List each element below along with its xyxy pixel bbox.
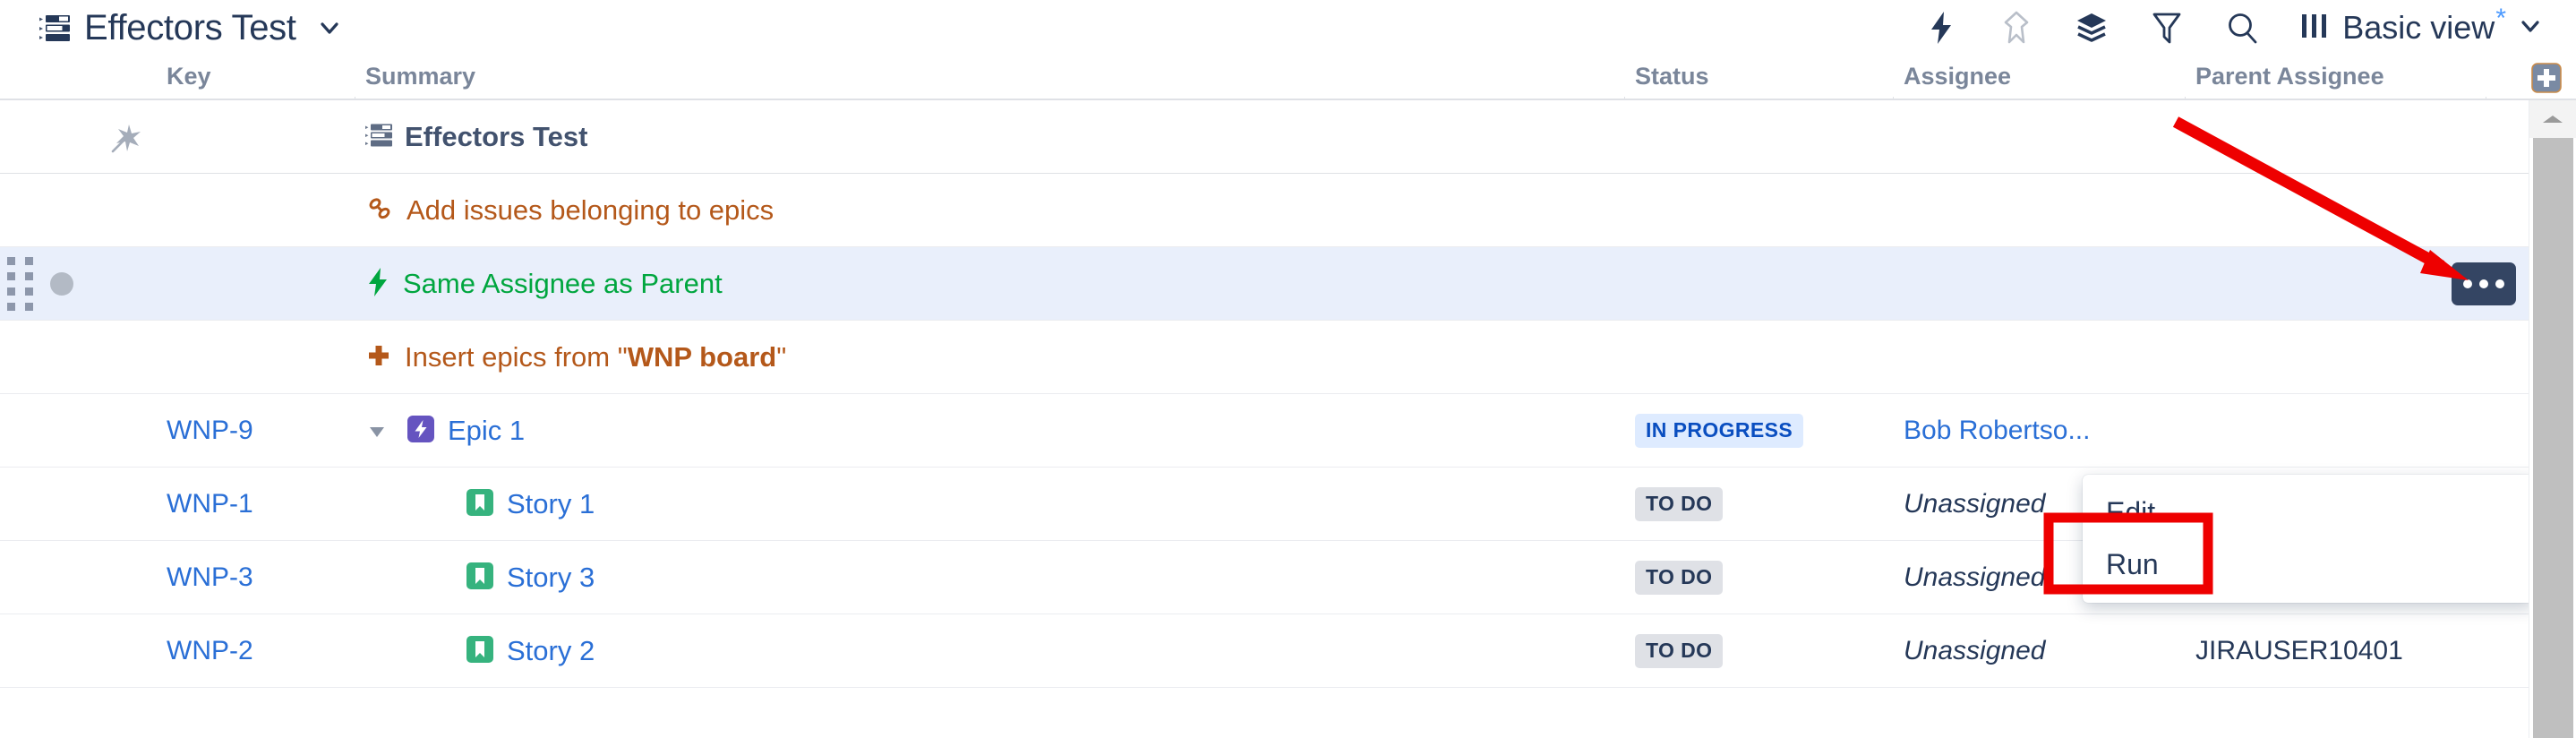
lightning-bolt-icon [365, 267, 390, 302]
row-summary-text[interactable]: Story 2 [507, 635, 595, 667]
issue-grid: Effectors Test Add issues belonging to e… [0, 100, 2576, 738]
column-header-parent-assignee[interactable]: Parent Assignee [2195, 63, 2384, 90]
chevron-down-icon[interactable] [318, 16, 341, 39]
row-assignee: Unassigned [1904, 541, 2045, 614]
drag-handle[interactable] [7, 247, 48, 321]
row-status: IN PROGRESS [1635, 394, 1804, 468]
vertical-scrollbar[interactable] [2529, 100, 2576, 738]
view-label-text: Basic view [2342, 9, 2495, 46]
story-icon [466, 635, 494, 668]
row-status: TO DO [1635, 614, 1724, 688]
issue-key-link[interactable]: WNP-2 [167, 636, 253, 666]
row-summary-text[interactable]: Story 3 [507, 562, 595, 594]
row-summary: Story 3 [365, 541, 595, 614]
column-header-status[interactable]: Status [1635, 63, 1709, 90]
view-selector[interactable]: Basic view* [2280, 3, 2551, 53]
status-badge: TO DO [1635, 561, 1724, 595]
pin-icon[interactable] [1979, 3, 2054, 53]
status-badge: IN PROGRESS [1635, 414, 1804, 448]
ellipsis-icon [2463, 279, 2472, 288]
header-toolbar: Basic view* [1904, 3, 2551, 53]
dropdown-item-run[interactable]: Run [2083, 538, 2534, 590]
row-summary: Story 1 [365, 468, 595, 541]
assignee-text: Unassigned [1904, 489, 2046, 519]
column-header-key[interactable]: Key [167, 63, 211, 90]
structure-icon [39, 14, 70, 41]
search-icon[interactable] [2204, 3, 2280, 53]
assignee-text: Unassigned [1904, 636, 2046, 665]
row-key[interactable]: WNP-1 [167, 468, 253, 541]
assignee-text: Unassigned [1904, 562, 2046, 592]
row-summary-text: Effectors Test [405, 121, 588, 152]
row-status: TO DO [1635, 541, 1724, 614]
app-header: Effectors Test Basic view* [0, 0, 2576, 56]
row-assignee: Unassigned [1904, 614, 2045, 688]
row-parent-assignee: JIRAUSER10401 [2195, 614, 2403, 688]
automation-lightning-icon[interactable] [1904, 3, 1979, 53]
filter-icon[interactable] [2129, 3, 2204, 53]
row-status: TO DO [1635, 468, 1724, 541]
row-summary: Epic 1 [365, 394, 525, 468]
row-summary-text[interactable]: Story 1 [507, 488, 595, 520]
epic-icon [407, 415, 435, 448]
link-chain-icon [365, 194, 394, 227]
table-row[interactable]: WNP-2 Story 2 TO DO Unassigned JIRAUSER1… [0, 614, 2529, 688]
issue-key-link[interactable]: WNP-1 [167, 489, 253, 519]
table-row[interactable]: Insert epics from "WNP board" [0, 321, 2529, 394]
issue-key-link[interactable]: WNP-9 [167, 416, 253, 446]
parent-assignee-text: JIRAUSER10401 [2195, 636, 2403, 665]
row-actions-button[interactable] [2452, 262, 2516, 305]
row-key[interactable]: WNP-9 [167, 394, 253, 468]
table-row-selected[interactable]: Same Assignee as Parent [0, 247, 2529, 321]
row-summary-text[interactable]: Add issues belonging to epics [407, 194, 774, 227]
columns-icon [2299, 11, 2330, 46]
column-header-assignee[interactable]: Assignee [1904, 63, 2011, 90]
column-headers: Key Summary Status Assignee Parent Assig… [0, 56, 2576, 100]
chevron-down-icon[interactable] [2519, 14, 2542, 42]
row-key[interactable]: WNP-2 [167, 614, 253, 688]
title-block[interactable]: Effectors Test [39, 8, 341, 48]
row-assignee: Bob Robertso... [1904, 394, 2090, 468]
row-summary: Insert epics from "WNP board" [365, 321, 786, 394]
row-summary: Story 2 [365, 614, 595, 688]
row-key[interactable]: WNP-3 [167, 541, 253, 614]
story-icon [466, 488, 494, 521]
row-summary-text[interactable]: Same Assignee as Parent [403, 268, 723, 300]
status-badge: TO DO [1635, 634, 1724, 668]
row-summary: Same Assignee as Parent [365, 247, 723, 321]
table-row[interactable]: Effectors Test [0, 100, 2529, 174]
column-header-summary[interactable]: Summary [365, 63, 475, 90]
magic-wand-icon[interactable] [109, 100, 163, 174]
page-title: Effectors Test [84, 7, 296, 47]
table-row[interactable]: Add issues belonging to epics [0, 174, 2529, 247]
plus-icon [365, 342, 392, 373]
row-summary-text[interactable]: Epic 1 [448, 415, 525, 447]
row-summary: Add issues belonging to epics [365, 174, 774, 247]
row-summary-text[interactable]: Insert epics from "WNP board" [405, 341, 786, 373]
issue-key-link[interactable]: WNP-3 [167, 562, 253, 593]
collapse-triangle-icon[interactable] [365, 419, 389, 442]
scrollbar-thumb[interactable] [2533, 138, 2573, 738]
row-summary: Effectors Test [365, 100, 587, 174]
summary-suffix: " [776, 341, 787, 373]
summary-bold: WNP board [627, 341, 777, 373]
status-badge: TO DO [1635, 487, 1724, 521]
row-marker-dot [50, 247, 86, 321]
view-modified-marker: * [2495, 4, 2506, 33]
structure-icon [365, 124, 392, 151]
table-row[interactable]: WNP-9 Epic 1 IN PROGRESS Bob Robertso... [0, 394, 2529, 468]
row-actions-dropdown: Edit Run [2083, 475, 2534, 603]
layers-icon[interactable] [2054, 3, 2129, 53]
chevron-up-icon[interactable] [2529, 100, 2576, 138]
add-column-button[interactable] [2531, 63, 2562, 93]
dropdown-item-edit[interactable]: Edit [2083, 486, 2534, 538]
assignee-link[interactable]: Bob Robertso... [1904, 416, 2090, 446]
summary-prefix: Insert epics from " [405, 341, 628, 373]
row-assignee: Unassigned [1904, 468, 2045, 541]
story-icon [466, 562, 494, 595]
